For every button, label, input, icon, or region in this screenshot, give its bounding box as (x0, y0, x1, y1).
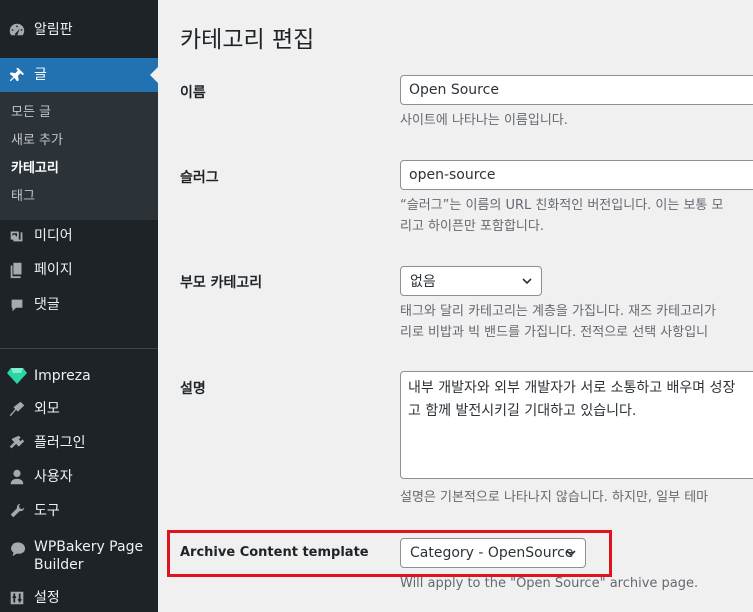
menu-wpbakery-label-line1: WPBakery Page (34, 539, 144, 555)
menu-tools[interactable]: 도구 (0, 501, 158, 521)
diamond-icon (7, 366, 27, 386)
menu-posts[interactable]: 글 (0, 58, 158, 92)
submenu-tags[interactable]: 태그 (11, 189, 35, 205)
menu-impreza[interactable]: Impreza (0, 366, 158, 386)
menu-comments-label: 댓글 (34, 297, 60, 313)
submenu-categories[interactable]: 카테고리 (11, 161, 59, 177)
admin-sidebar: 알림판 글 모든 글 새로 추가 카테고리 태그 미디어 페이지 댓글 Impr… (0, 0, 158, 612)
dashboard-icon (7, 20, 27, 40)
main-content: 카테고리 편집 이름 Open Source 사이트에 나타나는 이름입니다. … (158, 0, 753, 612)
menu-settings[interactable]: 설정 (0, 588, 158, 608)
slug-description-line2: 리고 하이픈만 포함합니다. (400, 219, 544, 234)
menu-media-label: 미디어 (34, 228, 73, 244)
name-description: 사이트에 나타나는 이름입니다. (400, 113, 568, 128)
media-icon (7, 226, 27, 246)
menu-wpbakery-label: WPBakery Page Builder (34, 538, 143, 574)
users-icon (7, 467, 27, 487)
menu-plugins-label: 플러그인 (34, 435, 86, 451)
menu-pages-label: 페이지 (34, 262, 73, 278)
parent-category-label: 부모 카테고리 (180, 275, 263, 291)
menu-dashboard-label: 알림판 (34, 22, 73, 38)
menu-impreza-label: Impreza (34, 368, 91, 384)
chevron-down-icon (522, 278, 532, 285)
description-label: 설명 (180, 381, 206, 397)
description-textarea[interactable]: 내부 개발자와 외부 개발자가 서로 소통하고 배우며 성장 고 함께 발전시키… (400, 371, 753, 479)
archive-template-selected: Category - OpenSource (410, 545, 574, 561)
menu-appearance[interactable]: 외모 (0, 399, 158, 419)
menu-comments[interactable]: 댓글 (0, 295, 158, 315)
wpbakery-icon (7, 539, 27, 559)
menu-tools-label: 도구 (34, 503, 60, 519)
slug-description-line1: “슬러그”는 이름의 URL 친화적인 버전입니다. 이는 보통 모 (400, 198, 724, 213)
menu-settings-label: 설정 (34, 590, 60, 606)
name-label: 이름 (180, 85, 206, 101)
parent-category-selected: 없음 (410, 274, 436, 290)
settings-icon (7, 588, 27, 608)
archive-template-select[interactable]: Category - OpenSource (400, 538, 586, 568)
current-menu-arrow (150, 67, 158, 83)
menu-users-label: 사용자 (34, 469, 73, 485)
page-title: 카테고리 편집 (180, 27, 315, 53)
tools-icon (7, 501, 27, 521)
slug-label: 슬러그 (180, 170, 219, 186)
parent-description-line2: 리로 비밥과 빅 밴드를 가집니다. 전적으로 선택 사항입니 (400, 325, 709, 340)
name-input[interactable]: Open Source (400, 75, 753, 105)
menu-dashboard[interactable]: 알림판 (0, 20, 158, 40)
chevron-down-icon (566, 550, 576, 557)
menu-plugins[interactable]: 플러그인 (0, 433, 158, 453)
posts-submenu: 모든 글 새로 추가 카테고리 태그 (0, 92, 158, 220)
menu-wpbakery[interactable]: WPBakery Page Builder (0, 538, 158, 576)
parent-category-select[interactable]: 없음 (400, 266, 542, 296)
menu-posts-label: 글 (34, 67, 47, 83)
menu-pages[interactable]: 페이지 (0, 260, 158, 280)
pages-icon (7, 260, 27, 280)
sidebar-separator (0, 348, 158, 349)
pin-icon (7, 65, 27, 85)
slug-input[interactable]: open-source (400, 160, 753, 190)
description-help: 설명은 기본적으로 나타나지 않습니다. 하지만, 일부 테마 (400, 490, 709, 505)
archive-template-help: Will apply to the "Open Source" archive … (400, 576, 699, 591)
menu-appearance-label: 외모 (34, 401, 60, 417)
menu-media[interactable]: 미디어 (0, 226, 158, 246)
comments-icon (7, 295, 27, 315)
plugins-icon (7, 433, 27, 453)
archive-template-label: Archive Content template (180, 545, 369, 560)
submenu-add-new[interactable]: 새로 추가 (11, 133, 63, 149)
parent-description-line1: 태그와 달리 카테고리는 계층을 가집니다. 재즈 카테고리가 (400, 304, 716, 319)
appearance-icon (7, 399, 27, 419)
menu-users[interactable]: 사용자 (0, 467, 158, 487)
submenu-all-posts[interactable]: 모든 글 (11, 105, 51, 121)
menu-wpbakery-label-line2: Builder (34, 557, 84, 573)
